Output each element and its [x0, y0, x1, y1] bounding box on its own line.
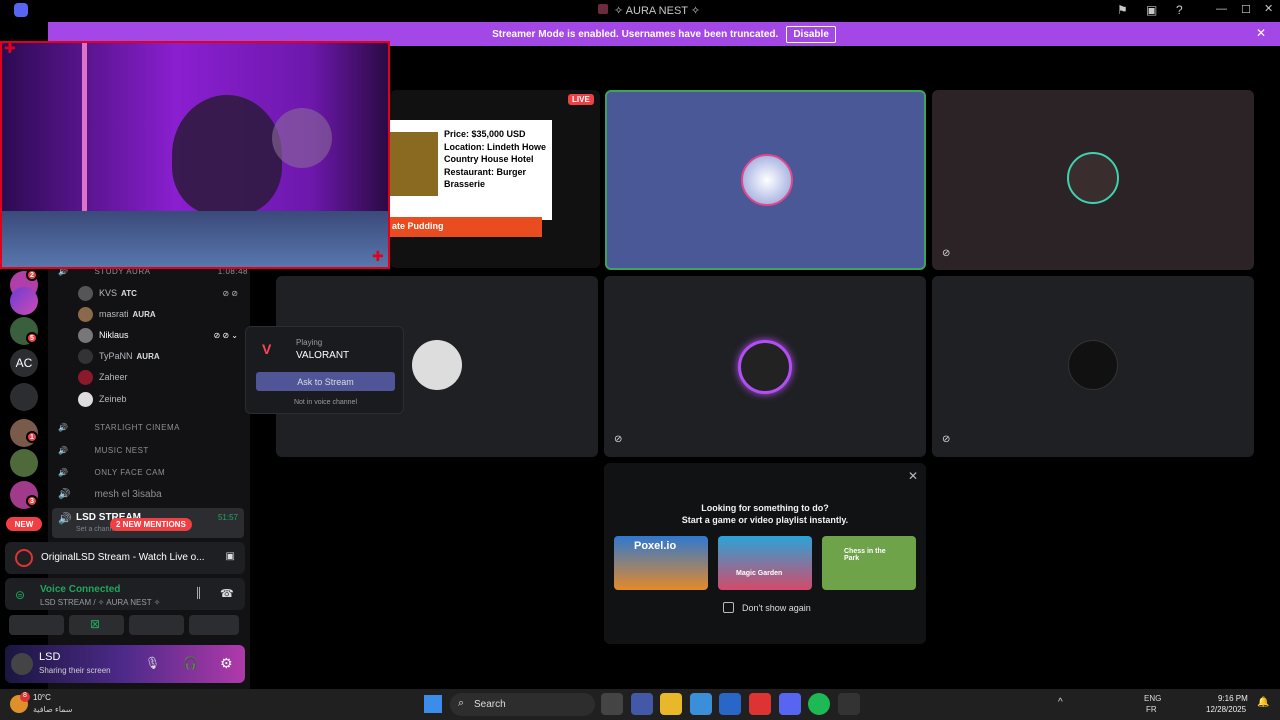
- teams-icon[interactable]: [631, 693, 653, 715]
- screen-share-button[interactable]: ⊠: [69, 615, 124, 635]
- corner-plus-icon: ✚: [4, 41, 16, 56]
- server-icon: [598, 4, 608, 14]
- soundboard-icon[interactable]: ║: [195, 588, 202, 599]
- maximize-button[interactable]: ☐: [1241, 3, 1251, 16]
- valorant-icon: V: [262, 341, 272, 357]
- settings-gear-icon[interactable]: ⚙: [220, 655, 233, 672]
- server-icon[interactable]: [10, 449, 38, 477]
- voice-user-hovered[interactable]: Niklaus ⊘ ⊘ ⌄: [78, 326, 238, 344]
- task-view-icon[interactable]: [601, 693, 623, 715]
- notification-bell-icon[interactable]: 🔔: [1257, 697, 1269, 708]
- search-box[interactable]: ⌕ Search: [450, 693, 595, 716]
- game-poxel[interactable]: Poxel.io: [614, 536, 708, 590]
- voice-user[interactable]: masrati AURA: [78, 305, 238, 323]
- copilot-icon[interactable]: [690, 693, 712, 715]
- desk-surface: [2, 211, 388, 267]
- ask-to-stream-button[interactable]: Ask to Stream: [256, 372, 395, 391]
- stream-content: Price: $35,000 USD Location: Lindeth How…: [390, 120, 552, 220]
- title-bar: ✧ AURA NEST ✧ ⚑ ▣ ? — ☐ ✕: [0, 0, 1280, 21]
- activity-card: ✕ Looking for something to do? Start a g…: [604, 463, 926, 644]
- participant-tile[interactable]: ⊘: [932, 276, 1254, 457]
- dont-show-checkbox[interactable]: [723, 602, 734, 613]
- new-pill[interactable]: NEW: [6, 517, 42, 531]
- voice-user[interactable]: Zaheer: [78, 368, 238, 386]
- participant-tile[interactable]: ⊘: [932, 90, 1254, 270]
- muted-icon: ⊘: [614, 434, 623, 445]
- screen-icon[interactable]: ▣: [1146, 3, 1157, 17]
- discord-logo-icon: [14, 3, 28, 17]
- spotify-icon[interactable]: [808, 693, 830, 715]
- game-chess[interactable]: Chess in the Park: [822, 536, 916, 590]
- user-activity-popup: V Playing VALORANT Ask to Stream Not in …: [245, 326, 404, 414]
- signal-icon[interactable]: ⊜: [15, 588, 25, 602]
- mentions-pill[interactable]: 2 NEW MENTIONS: [110, 518, 192, 531]
- window-title: ✧ AURA NEST ✧: [614, 5, 701, 17]
- mention-badge: 3: [26, 495, 38, 507]
- help-icon[interactable]: ?: [1176, 3, 1183, 17]
- minimize-button[interactable]: —: [1216, 3, 1227, 15]
- store-icon[interactable]: [719, 693, 741, 715]
- windows-start-icon[interactable]: [424, 695, 442, 713]
- voice-user[interactable]: Zeineb: [78, 390, 238, 408]
- app-icon[interactable]: [838, 693, 860, 715]
- user-panel: LSD Sharing their screen 🎙 🎧 ⚙: [5, 645, 245, 683]
- disable-button[interactable]: Disable: [786, 25, 836, 43]
- close-banner-icon[interactable]: ✕: [1256, 26, 1266, 40]
- stream-tile[interactable]: LIVE Price: $35,000 USD Location: Lindet…: [390, 90, 600, 268]
- stream-icon: [15, 549, 33, 567]
- muted-icon: ⊘: [942, 248, 951, 259]
- mention-badge: 5: [26, 332, 38, 344]
- background-object: [272, 108, 332, 168]
- banner-text: Streamer Mode is enabled. Usernames have…: [492, 28, 779, 40]
- voice-channel[interactable]: 🔊 MUSIC NEST: [58, 441, 149, 459]
- corner-plus-icon: ✚: [372, 248, 384, 264]
- mention-badge: 1: [26, 431, 38, 443]
- mention-badge: 2: [26, 269, 38, 281]
- soundboard-button[interactable]: [189, 615, 239, 635]
- voice-channel[interactable]: 🔊 mesh el 3isaba: [58, 485, 162, 503]
- folder-icon[interactable]: [10, 383, 38, 411]
- file-explorer-icon[interactable]: [660, 693, 682, 715]
- stream-preview-bar[interactable]: OriginalLSD Stream - Watch Live o... ▣: [5, 542, 245, 574]
- close-icon[interactable]: ✕: [908, 469, 918, 483]
- voice-channel[interactable]: 🔊 STARLIGHT CINEMA: [58, 418, 180, 436]
- activities-button[interactable]: [129, 615, 184, 635]
- server-ac[interactable]: AC: [10, 349, 38, 377]
- muted-icon: ⊘: [942, 434, 951, 445]
- mic-icon[interactable]: 🎙: [145, 656, 160, 670]
- avatar: [1067, 152, 1119, 204]
- headphones-icon[interactable]: 🎧: [183, 656, 198, 670]
- voice-user[interactable]: KVS ATC ⊘ ⊘: [78, 284, 238, 302]
- server-icon[interactable]: [10, 287, 38, 315]
- webcam-overlay[interactable]: ✚ ✚: [0, 41, 390, 269]
- avatar[interactable]: [11, 653, 33, 675]
- light-strip: [82, 43, 87, 223]
- opera-icon[interactable]: [749, 693, 771, 715]
- close-window-button[interactable]: ✕: [1264, 2, 1273, 15]
- food-image: [390, 132, 438, 196]
- disconnect-icon[interactable]: ☎: [220, 587, 234, 600]
- inbox-icon[interactable]: ⚑: [1117, 3, 1128, 17]
- avatar: [412, 340, 462, 390]
- tray-chevron-icon[interactable]: ^: [1058, 697, 1063, 708]
- participant-tile-speaking[interactable]: [605, 90, 926, 270]
- game-magic-garden[interactable]: Magic Garden: [718, 536, 812, 590]
- voice-channel[interactable]: 🔊 ONLY FACE CAM: [58, 463, 165, 481]
- avatar: [738, 340, 792, 394]
- avatar: [741, 154, 793, 206]
- voice-connected-panel: ⊜ Voice Connected LSD STREAM / ✧ AURA NE…: [5, 578, 245, 610]
- avatar: [1068, 340, 1118, 390]
- discord-icon[interactable]: [779, 693, 801, 715]
- popout-icon[interactable]: ▣: [226, 551, 235, 562]
- search-icon: ⌕: [458, 697, 465, 709]
- voice-user[interactable]: TyPaNN AURA: [78, 347, 238, 365]
- camera-button[interactable]: [9, 615, 64, 635]
- person-figure: [172, 95, 282, 215]
- taskbar: 8 10°C سماء صافية ⌕ Search ^ ENG FR 9:16…: [0, 689, 1280, 720]
- participant-tile[interactable]: ⊘: [604, 276, 926, 457]
